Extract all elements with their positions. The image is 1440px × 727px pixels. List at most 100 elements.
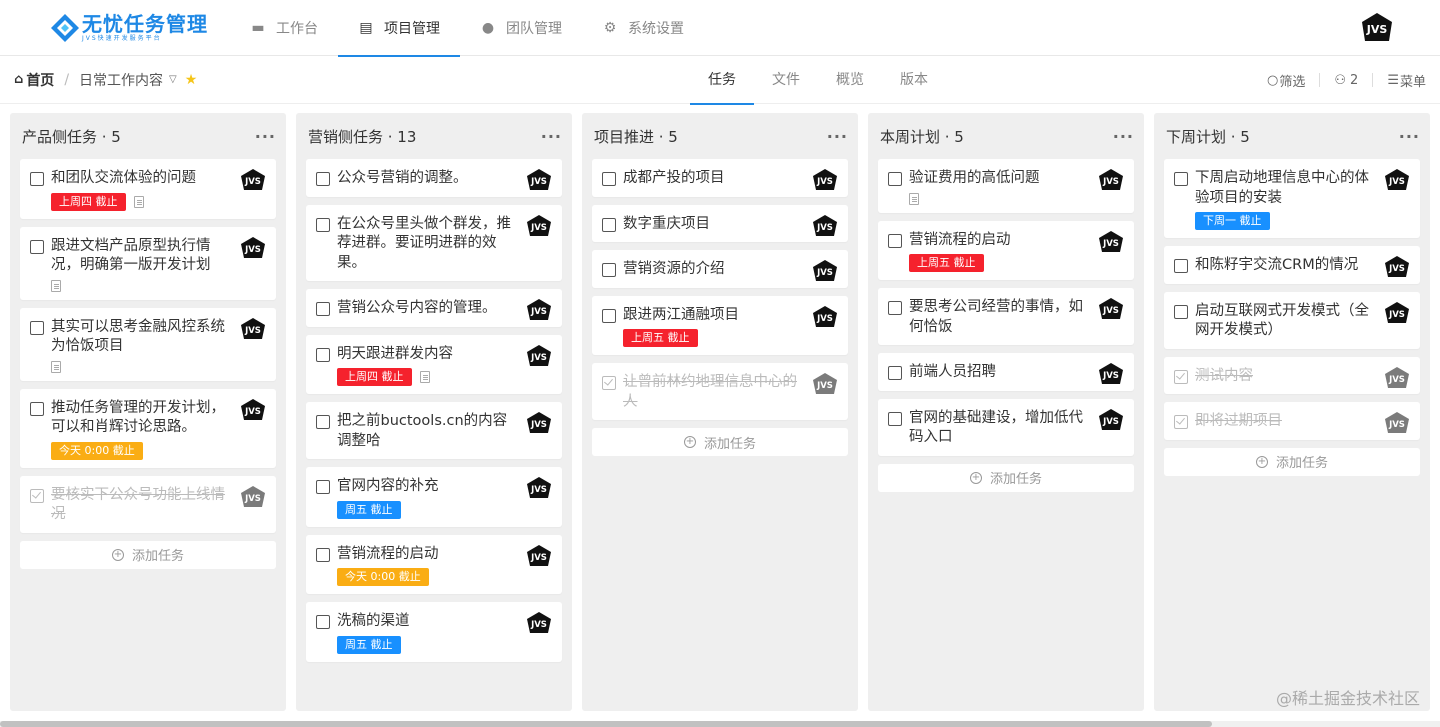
task-checkbox[interactable] [316, 302, 330, 316]
assignee-avatar-icon[interactable]: JVS [240, 398, 266, 426]
task-checkbox[interactable] [316, 217, 330, 232]
task-card[interactable]: 推动任务管理的开发计划，可以和肖辉讨论思路。 JVS 今天 0:00 截止 [20, 388, 276, 468]
task-checkbox[interactable] [888, 172, 902, 186]
assignee-avatar-icon[interactable]: JVS [526, 298, 552, 326]
assignee-avatar-icon[interactable]: JVS [1384, 255, 1410, 283]
task-card[interactable]: 让曾前林约地理信息中心的人 JVS [592, 363, 848, 420]
assignee-avatar-icon[interactable]: JVS [812, 168, 838, 196]
task-checkbox[interactable] [888, 301, 902, 315]
task-checkbox[interactable] [316, 172, 330, 186]
task-card[interactable]: 营销公众号内容的管理。 JVS [306, 289, 562, 327]
more-icon[interactable]: ··· [827, 127, 848, 146]
task-card[interactable]: 测试内容 JVS [1164, 356, 1420, 394]
tab-2[interactable]: 概览 [818, 56, 882, 104]
nav-item-0[interactable]: ▬ 工作台 [230, 0, 338, 56]
assignee-avatar-icon[interactable]: JVS [240, 168, 266, 196]
task-card[interactable]: 跟进文档产品原型执行情况，明确第一版开发计划 JVS [20, 226, 276, 300]
task-checkbox[interactable] [1174, 304, 1188, 319]
task-card[interactable]: 公众号营销的调整。 JVS [306, 159, 562, 197]
assignee-avatar-icon[interactable]: JVS [812, 214, 838, 242]
menu-button[interactable]: ☰ 菜单 [1387, 71, 1426, 90]
task-checkbox[interactable] [30, 401, 44, 416]
task-card[interactable]: 成都产投的项目 JVS [592, 159, 848, 197]
assignee-avatar-icon[interactable]: JVS [526, 411, 552, 439]
nav-item-1[interactable]: ▤ 项目管理 [338, 0, 460, 57]
more-icon[interactable]: ··· [541, 127, 562, 146]
task-checkbox[interactable] [888, 366, 902, 380]
assignee-avatar-icon[interactable]: JVS [1384, 411, 1410, 439]
app-logo[interactable]: 无忧任务管理 JVS快速开发服务平台 [50, 13, 220, 43]
assignee-avatar-icon[interactable]: JVS [240, 236, 266, 264]
task-card[interactable]: 数字重庆项目 JVS [592, 204, 848, 242]
assignee-avatar-icon[interactable]: JVS [526, 476, 552, 504]
task-card[interactable]: 官网内容的补充 JVS 周五 截止 [306, 467, 562, 527]
members-button[interactable]: ⚇ 2 [1334, 73, 1358, 88]
task-card[interactable]: 前端人员招聘 JVS [878, 353, 1134, 391]
assignee-avatar-icon[interactable]: JVS [812, 259, 838, 287]
task-checkbox[interactable] [1174, 259, 1188, 273]
task-checkbox[interactable] [30, 172, 44, 186]
add-task-button[interactable]: + 添加任务 [878, 463, 1134, 492]
task-card[interactable]: 要核实下公众号功能上线情况 JVS [20, 475, 276, 533]
task-checkbox[interactable] [602, 376, 616, 390]
assignee-avatar-icon[interactable]: JVS [240, 485, 266, 513]
task-checkbox[interactable] [888, 411, 902, 426]
task-card[interactable]: 官网的基础建设，增加低代码入口 JVS [878, 398, 1134, 456]
task-checkbox[interactable] [30, 239, 44, 254]
assignee-avatar-icon[interactable]: JVS [240, 317, 266, 345]
task-checkbox[interactable] [316, 615, 330, 629]
assignee-avatar-icon[interactable]: JVS [526, 168, 552, 196]
chevron-down-icon[interactable]: ▽ [169, 74, 177, 85]
breadcrumb-project[interactable]: 日常工作内容 [79, 70, 163, 90]
task-checkbox[interactable] [316, 347, 330, 362]
task-checkbox[interactable] [30, 320, 44, 335]
task-card[interactable]: 和陈籽宇交流CRM的情况 JVS [1164, 246, 1420, 284]
task-checkbox[interactable] [602, 308, 616, 323]
task-checkbox[interactable] [316, 547, 330, 562]
tab-3[interactable]: 版本 [882, 56, 946, 104]
task-card[interactable]: 明天跟进群发内容 JVS 上周四 截止 [306, 334, 562, 394]
assignee-avatar-icon[interactable]: JVS [1098, 297, 1124, 325]
task-card[interactable]: 其实可以思考金融风控系统为恰饭项目 JVS [20, 307, 276, 381]
more-icon[interactable]: ··· [1399, 127, 1420, 146]
task-checkbox[interactable] [30, 488, 44, 503]
nav-item-3[interactable]: ⚙ 系统设置 [582, 0, 704, 56]
filter-button[interactable]: ○ 筛选 [1267, 71, 1305, 90]
task-checkbox[interactable] [888, 233, 902, 248]
add-task-button[interactable]: + 添加任务 [1164, 447, 1420, 476]
assignee-avatar-icon[interactable]: JVS [526, 344, 552, 372]
add-task-button[interactable]: + 添加任务 [592, 428, 848, 456]
assignee-avatar-icon[interactable]: JVS [526, 611, 552, 639]
task-checkbox[interactable] [1174, 369, 1188, 384]
add-task-button[interactable]: + 添加任务 [20, 540, 276, 569]
task-card[interactable]: 要思考公司经营的事情，如何恰饭 JVS [878, 288, 1134, 345]
assignee-avatar-icon[interactable]: JVS [812, 372, 838, 400]
assignee-avatar-icon[interactable]: JVS [526, 214, 552, 242]
task-checkbox[interactable] [316, 415, 330, 429]
task-card[interactable]: 营销流程的启动 JVS 今天 0:00 截止 [306, 534, 562, 594]
tab-0[interactable]: 任务 [690, 56, 754, 105]
task-card[interactable]: 验证费用的高低问题 JVS [878, 159, 1134, 213]
task-card[interactable]: 营销资源的介绍 JVS [592, 250, 848, 288]
star-icon[interactable]: ★ [185, 72, 198, 88]
task-checkbox[interactable] [602, 217, 616, 232]
scrollbar-thumb[interactable] [0, 721, 1212, 727]
task-checkbox[interactable] [316, 480, 330, 494]
assignee-avatar-icon[interactable]: JVS [1384, 168, 1410, 196]
task-card[interactable]: 把之前buctools.cn的内容调整哈 JVS [306, 402, 562, 459]
more-icon[interactable]: ··· [1113, 127, 1134, 146]
task-checkbox[interactable] [602, 263, 616, 277]
assignee-avatar-icon[interactable]: JVS [1098, 230, 1124, 258]
breadcrumb-home[interactable]: ⌂ 首页 [14, 70, 54, 90]
task-checkbox[interactable] [1174, 172, 1188, 186]
task-card[interactable]: 营销流程的启动 JVS 上周五 截止 [878, 220, 1134, 280]
task-card[interactable]: 下周启动地理信息中心的体验项目的安装 JVS 下周一 截止 [1164, 159, 1420, 238]
task-card[interactable]: 在公众号里头做个群发，推荐进群。要证明进群的效果。 JVS [306, 204, 562, 281]
task-checkbox[interactable] [602, 172, 616, 186]
assignee-avatar-icon[interactable]: JVS [812, 305, 838, 333]
horizontal-scrollbar[interactable] [0, 721, 1440, 727]
assignee-avatar-icon[interactable]: JVS [1384, 366, 1410, 394]
task-card[interactable]: 即将过期项目 JVS [1164, 402, 1420, 440]
task-checkbox[interactable] [1174, 415, 1188, 429]
task-card[interactable]: 洗稿的渠道 JVS 周五 截止 [306, 602, 562, 662]
